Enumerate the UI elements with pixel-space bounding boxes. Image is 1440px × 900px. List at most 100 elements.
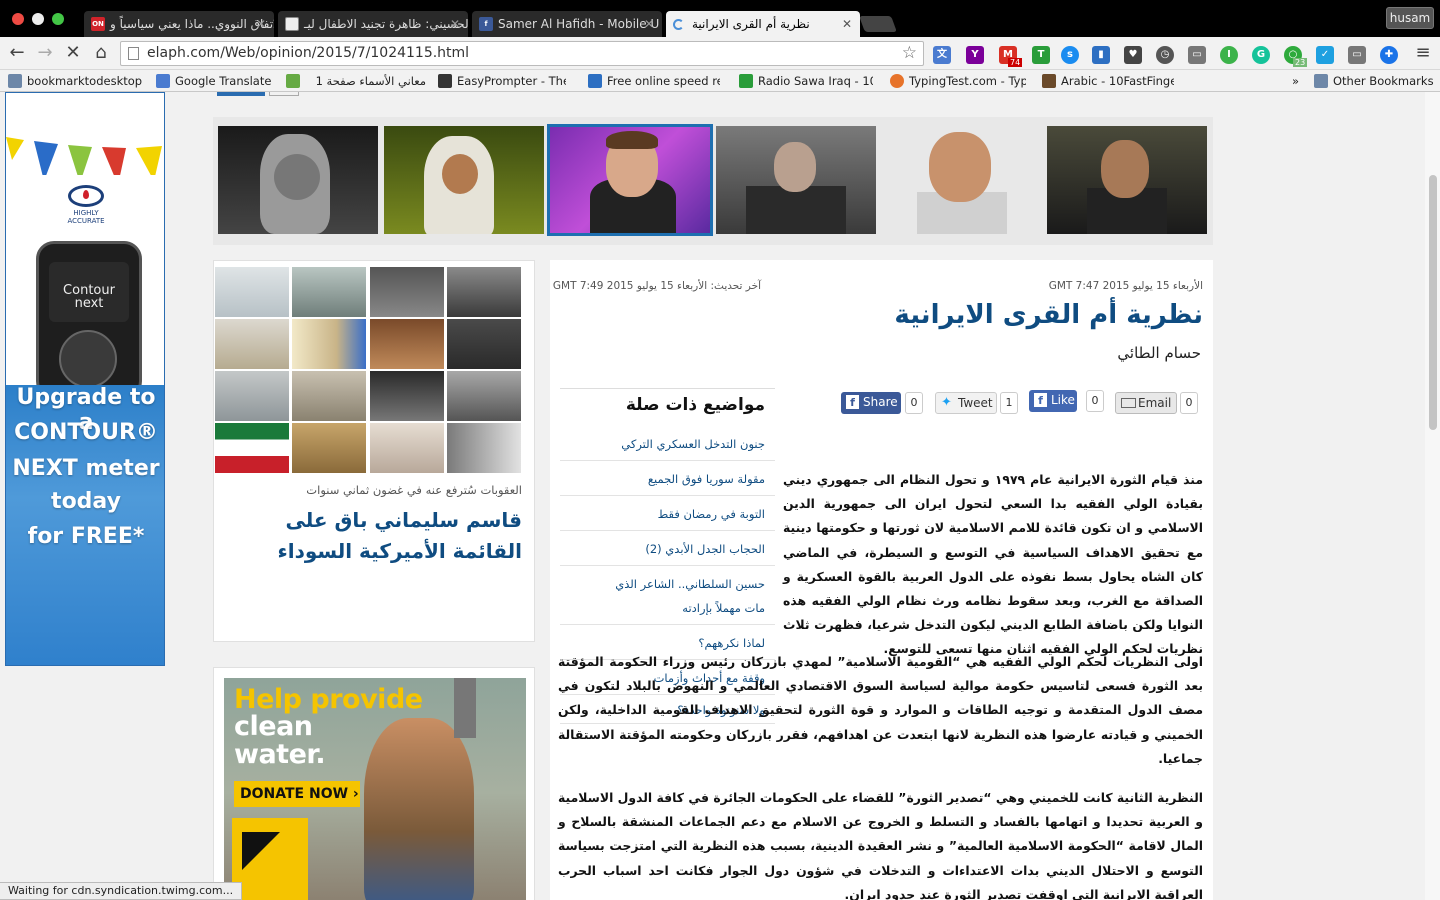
bookmark-item[interactable]: Radio Sawa Iraq - 10 [739,73,873,89]
tenfastfingers-icon [1042,74,1056,88]
scrollbar-thumb[interactable] [1429,175,1437,430]
bookmark-item[interactable]: Free online speed re [588,73,720,89]
on-favicon-icon: ON [91,17,105,31]
close-tab-icon[interactable]: ✕ [842,11,852,37]
bookmark-item[interactable]: EasyPrompter - The [438,73,566,89]
close-window-button[interactable] [12,13,24,25]
gallery-thumb[interactable] [447,267,521,317]
close-tab-icon[interactable]: ✕ [644,11,654,37]
related-topic-link[interactable]: حسين السلطاني.. الشاعر الذي مات مهملاً ب… [560,567,775,625]
gallery-thumb[interactable] [215,371,289,421]
ad-headline: Help provide [234,684,423,715]
minimize-window-button[interactable] [32,13,44,25]
profile-button[interactable]: husam [1386,7,1434,29]
irc-clean-water-ad[interactable]: Help provide clean water. DONATE NOW › [213,667,535,900]
pushbullet-extension-icon[interactable]: I [1220,46,1238,64]
address-bar[interactable]: elaph.com/Web/opinion/2015/7/1024115.htm… [120,41,924,66]
gallery-thumb[interactable] [370,267,444,317]
name-meanings-icon [286,74,300,88]
ad-line: for FREE* [27,524,145,549]
related-topic-link[interactable]: جنون التدخل العسكري التركي [560,427,775,461]
article-author[interactable]: حسام الطائي [1117,344,1201,362]
bookmark-item[interactable]: bookmarktodesktop [8,73,142,89]
gallery-thumb[interactable] [447,371,521,421]
bookmark-star-icon[interactable]: ☆ [902,42,917,65]
chart-extension-icon[interactable]: ▮ [1092,46,1110,64]
gallery-thumb[interactable] [215,423,289,473]
t-extension-icon[interactable]: T [1032,46,1050,64]
tab-label: Samer Al Hafidh - Mobile U [498,17,660,31]
highly-accurate-logo: HIGHLY ACCURATE [64,185,108,225]
gallery-headline-link[interactable]: قاسم سليماني باق على القائمة الأميركية ا… [222,505,522,567]
shazam-extension-icon[interactable]: s [1061,46,1079,64]
new-tab-button[interactable] [859,16,897,32]
writer-thumb[interactable] [1047,126,1207,234]
email-count: 0 [1180,392,1198,414]
close-tab-icon[interactable]: ✕ [256,11,266,37]
gallery-thumb[interactable] [370,319,444,369]
chrome-menu-icon[interactable]: ≡ [1412,43,1434,63]
screen-extension-icon[interactable]: ▭ [1348,46,1366,64]
bookmark-item[interactable]: Arabic - 10FastFinge [1042,73,1174,89]
article-paragraph: منذ قيام الثورة الايرانية عام ١٩٧٩ و تحو… [783,472,1203,657]
tab-child-recruitment[interactable]: الحسيني: ظاهرة تجنيد الاطفال ليـ ✕ [278,11,468,37]
facebook-like-button[interactable]: f Like [1029,390,1077,412]
pocket-extension-icon[interactable]: ♥ [1124,46,1142,64]
article-title: نظرية أم القرى الايرانية [894,300,1203,330]
google-translate-icon [156,74,170,88]
glucose-meter-image: Contour next [36,241,142,399]
related-topic-link[interactable]: الحجاب الجدل الأبدي (2) [560,532,775,566]
writer-thumb[interactable] [716,126,876,234]
green-badge: 23 [1293,58,1308,67]
gallery-thumb[interactable] [447,423,521,473]
bookmark-item[interactable]: TypingTest.com - Typ [890,73,1026,89]
check-extension-icon[interactable]: ✓ [1316,46,1334,64]
bookmark-item[interactable]: Google Translate [156,73,271,89]
url-text: elaph.com/Web/opinion/2015/7/1024115.htm… [147,45,470,61]
maximize-window-button[interactable] [52,13,64,25]
folder-icon [1314,74,1328,88]
yahoo-extension-icon[interactable]: Y [966,46,984,64]
back-button[interactable]: ← [6,43,28,63]
contour-next-ad[interactable]: HIGHLY ACCURATE Contour next Upgrade to … [5,92,165,666]
bookmark-item[interactable]: معاني الأسماء صفحة 1 [286,73,426,89]
writer-thumb[interactable] [881,126,1041,234]
facebook-share-button[interactable]: f Share [841,392,901,414]
related-topic-link[interactable]: التوبة في رمضان فقط [560,497,775,531]
gallery-thumb[interactable] [215,319,289,369]
gallery-thumb[interactable] [215,267,289,317]
envelope-icon [1121,398,1136,408]
tab-nuclear-deal[interactable]: ON الاتفاق النووي.. ماذا يعني سياسياً و … [84,11,274,37]
globe-extension-icon[interactable]: ✚ [1380,46,1398,64]
tweet-button[interactable]: ✦ Tweet [935,392,997,414]
writer-thumb[interactable] [218,126,378,234]
grammarly-extension-icon[interactable]: G [1252,46,1270,64]
email-share-button[interactable]: Email [1115,392,1177,414]
writer-thumb-selected[interactable] [547,124,713,236]
forward-button[interactable]: → [34,43,56,63]
gallery-thumb[interactable] [292,267,366,317]
gallery-thumb[interactable] [292,319,366,369]
gallery-thumb[interactable] [370,423,444,473]
gallery-thumb[interactable] [447,319,521,369]
page-scrollbar[interactable] [1425,92,1440,900]
gallery-thumb[interactable] [370,371,444,421]
close-tab-icon[interactable]: ✕ [450,11,460,37]
tab-facebook[interactable]: f Samer Al Hafidh - Mobile U ✕ [472,11,662,37]
stop-button[interactable]: ✕ [62,43,84,63]
gallery-thumb[interactable] [292,371,366,421]
other-bookmarks-folder[interactable]: Other Bookmarks [1314,73,1434,89]
cast-extension-icon[interactable]: ▭ [1188,46,1206,64]
facebook-icon: f [1034,393,1047,407]
translate-extension-icon[interactable]: 文 [933,46,951,64]
gallery-thumb[interactable] [292,423,366,473]
donate-now-button[interactable]: DONATE NOW › [234,781,360,807]
tab-active-article[interactable]: نظرية أم القرى الايرانية ✕ [666,11,860,37]
tab-strip: ON الاتفاق النووي.. ماذا يعني سياسياً و … [0,0,1440,37]
bookmarks-overflow-button[interactable]: » [1292,73,1299,89]
clock-extension-icon[interactable]: ◷ [1156,46,1174,64]
writer-thumb[interactable] [384,126,544,234]
bunting-flags-icon [6,137,162,175]
related-topic-link[interactable]: مقولة سوريا فوق الجميع [560,462,775,496]
home-button[interactable]: ⌂ [90,43,112,63]
